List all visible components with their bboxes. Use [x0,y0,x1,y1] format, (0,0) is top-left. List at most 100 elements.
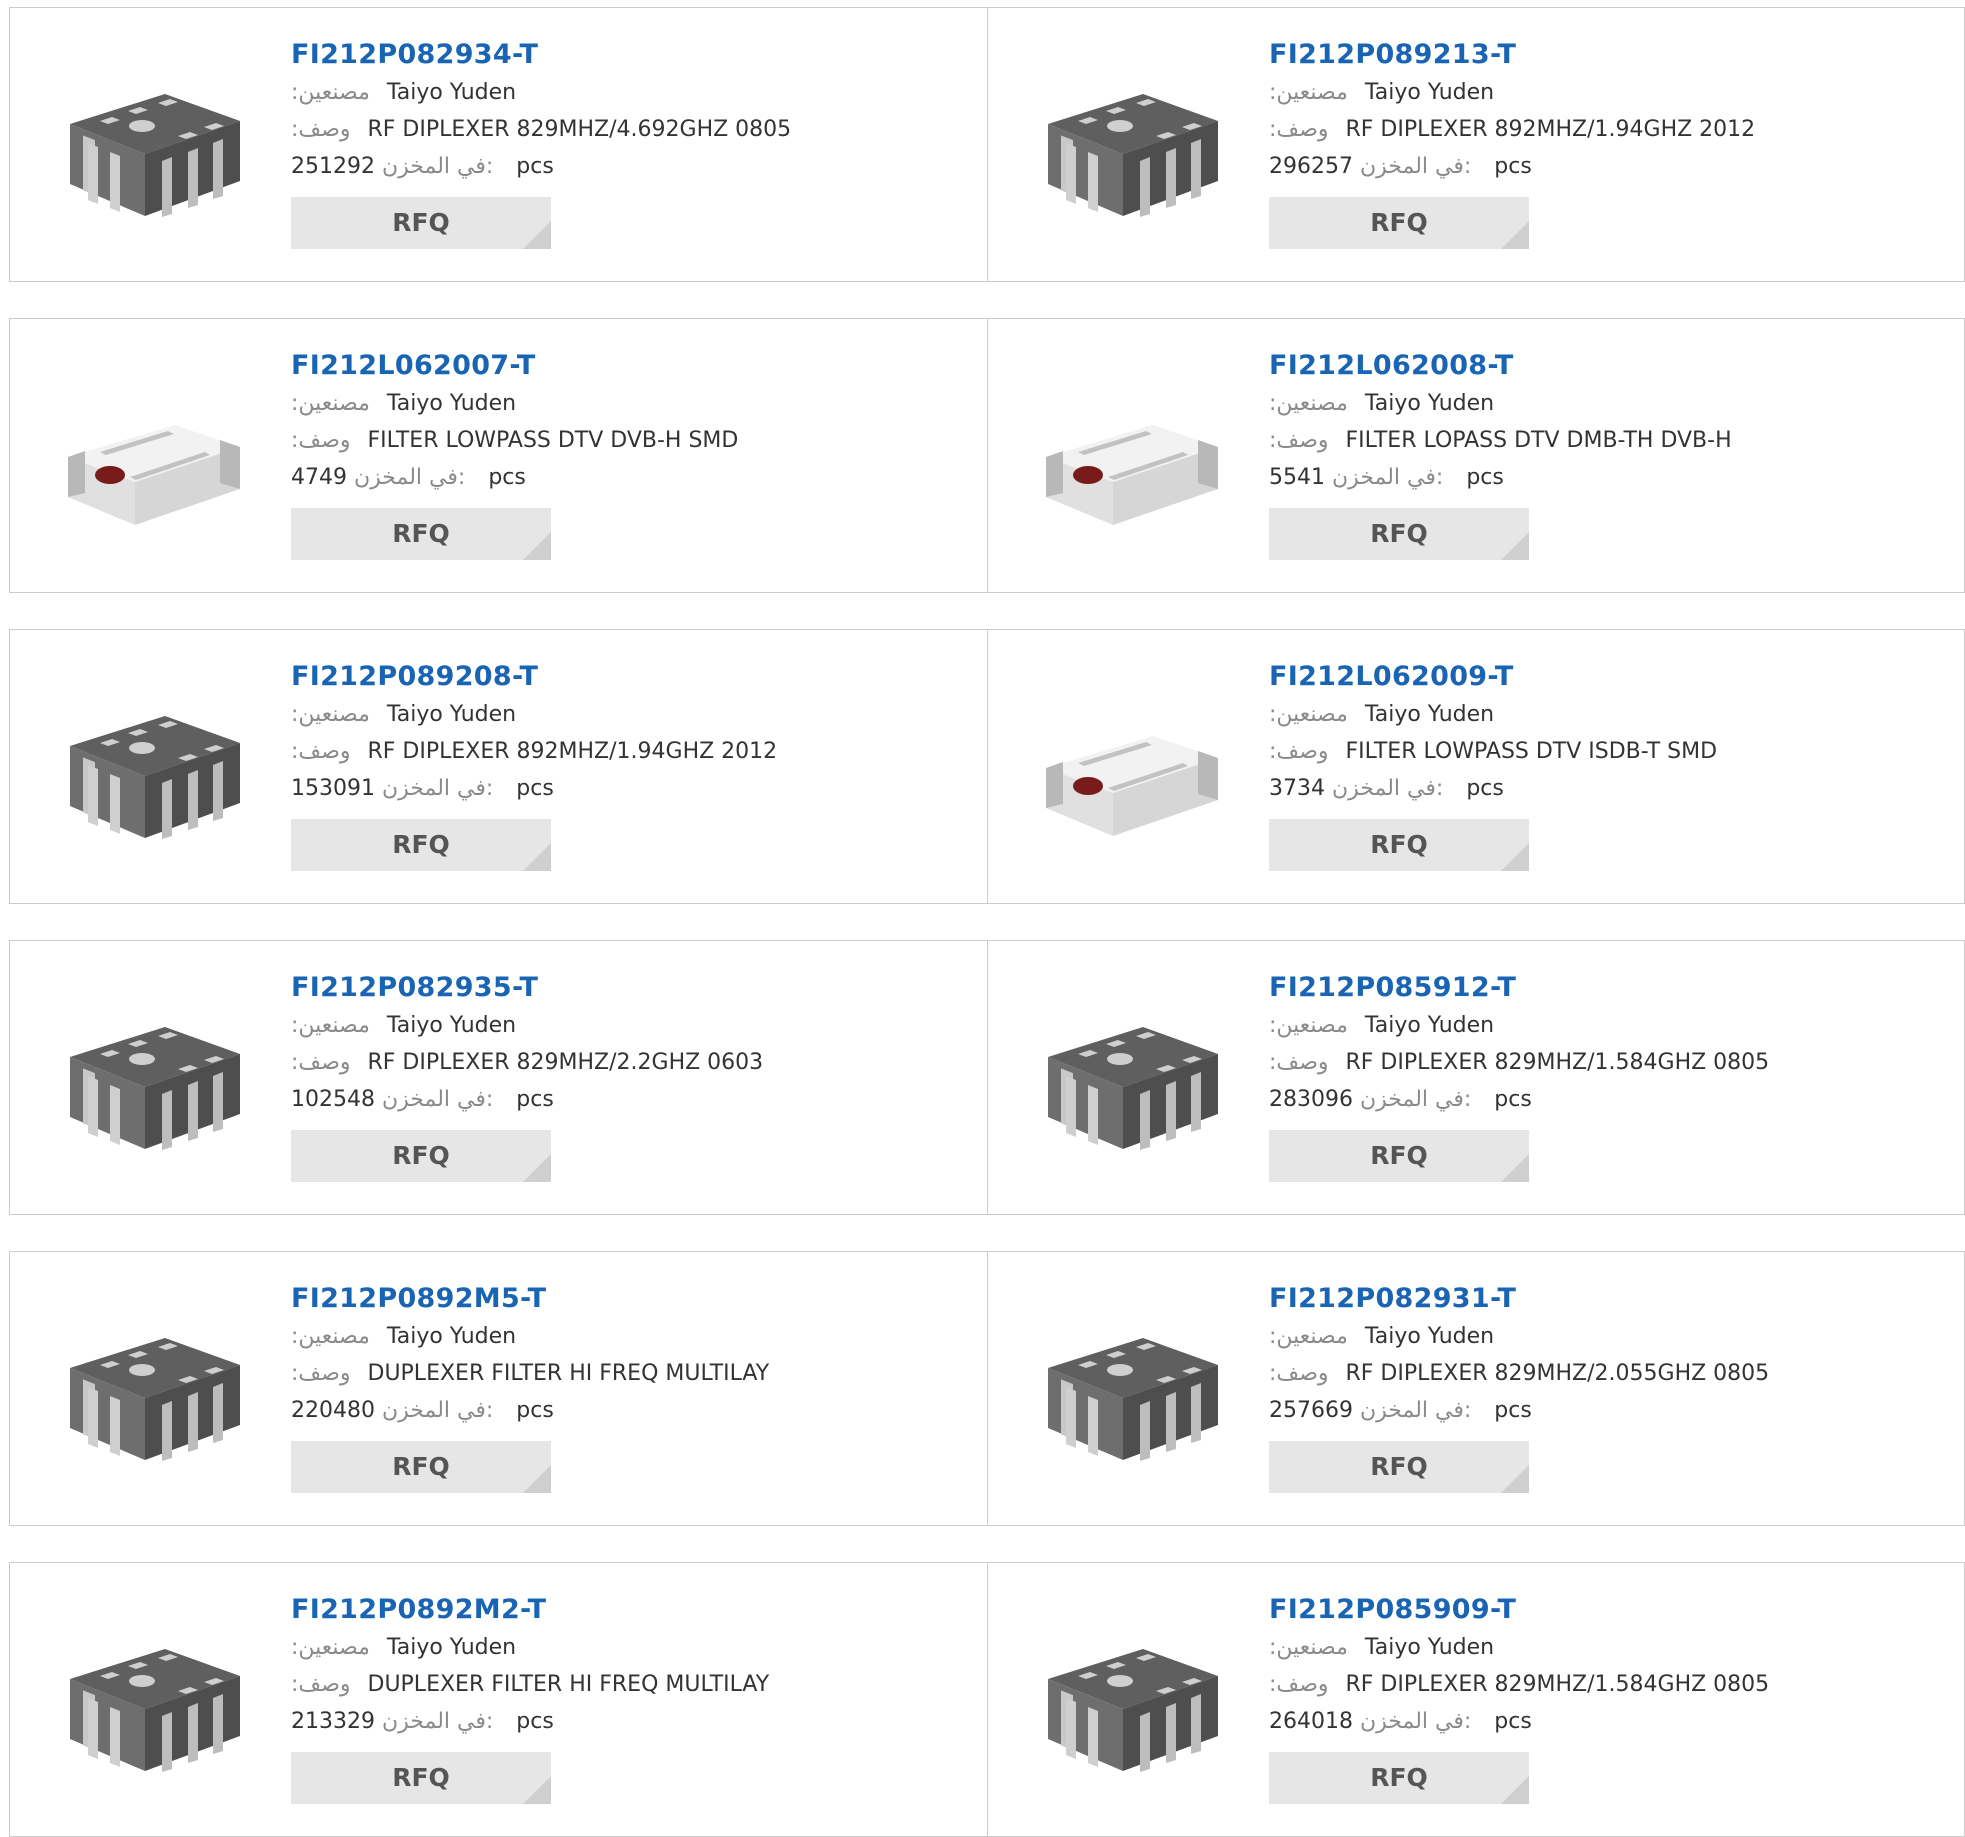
part-number-link[interactable]: FI212P085909-T [1269,1591,1929,1629]
product-card: FI212L062009-T :مصنعين Taiyo Yuden :وصف … [987,629,1965,904]
description-row: :وصف FILTER LOWPASS DTV DVB-H SMD [291,422,951,459]
description-value: RF DIPLEXER 892MHZ/1.94GHZ 2012 [1345,117,1756,142]
part-number-link[interactable]: FI212P082931-T [1269,1280,1929,1318]
part-number-link[interactable]: FI212P082934-T [291,36,951,74]
rfq-corner-decoration [1501,532,1529,560]
product-card: FI212P085909-T :مصنعين Taiyo Yuden :وصف … [987,1562,1965,1837]
part-number-link[interactable]: FI212P082935-T [291,969,951,1007]
dark-chip-icon [1048,94,1218,217]
rfq-button[interactable]: RFQ [1269,819,1529,871]
part-number-link[interactable]: FI212P0892M2-T [291,1591,951,1629]
manufacturer-label: :مصنعين [1269,1635,1348,1660]
product-grid: FI212P082934-T :مصنعين Taiyo Yuden :وصف … [0,0,1965,1837]
product-image[interactable] [50,377,260,537]
manufacturer-value: Taiyo Yuden [386,702,517,727]
rfq-button-label: RFQ [392,1452,450,1481]
stock-quantity: 102548 [291,1087,375,1112]
dark-chip-icon [70,1649,240,1772]
stock-unit: pcs [488,465,526,490]
description-value: RF DIPLEXER 892MHZ/1.94GHZ 2012 [367,739,778,764]
product-info: FI212L062009-T :مصنعين Taiyo Yuden :وصف … [1269,658,1929,871]
stock-label: في المخزن: [1332,465,1444,490]
rfq-button[interactable]: RFQ [291,197,551,249]
product-image[interactable] [1028,1621,1238,1781]
product-image[interactable] [50,1310,260,1470]
description-row: :وصف RF DIPLEXER 829MHZ/4.692GHZ 0805 [291,111,951,148]
product-image[interactable] [1028,377,1238,537]
stock-unit: pcs [516,1398,554,1423]
description-label: :وصف [1269,1050,1329,1075]
product-image[interactable] [1028,66,1238,226]
description-label: :وصف [1269,739,1329,764]
manufacturer-label: :مصنعين [291,702,370,727]
stock-label: في المخزن: [381,1398,494,1423]
rfq-button-label: RFQ [392,1763,450,1792]
product-image[interactable] [50,66,260,226]
part-number-link[interactable]: FI212P085912-T [1269,969,1929,1007]
product-image[interactable] [1028,688,1238,848]
rfq-button-label: RFQ [392,1141,450,1170]
rfq-button[interactable]: RFQ [1269,508,1529,560]
dark-chip-icon [70,94,240,217]
rfq-button[interactable]: RFQ [291,1130,551,1182]
white-chip-icon [1046,736,1218,836]
product-image[interactable] [1028,1310,1238,1470]
stock-quantity: 4749 [291,465,347,490]
description-value: RF DIPLEXER 829MHZ/4.692GHZ 0805 [367,117,792,142]
manufacturer-row: :مصنعين Taiyo Yuden [1269,696,1929,733]
rfq-button-label: RFQ [392,830,450,859]
description-label: :وصف [291,117,351,142]
manufacturer-value: Taiyo Yuden [1364,1324,1495,1349]
product-info: FI212L062007-T :مصنعين Taiyo Yuden :وصف … [291,347,951,560]
stock-label: في المخزن: [381,154,494,179]
rfq-button-label: RFQ [1370,1763,1428,1792]
part-number-link[interactable]: FI212L062009-T [1269,658,1929,696]
part-number-link[interactable]: FI212L062008-T [1269,347,1929,385]
description-row: :وصف RF DIPLEXER 829MHZ/1.584GHZ 0805 [1269,1044,1929,1081]
rfq-button-label: RFQ [1370,830,1428,859]
dark-chip-icon [1048,1649,1218,1772]
rfq-button-label: RFQ [392,519,450,548]
manufacturer-value: Taiyo Yuden [1364,80,1495,105]
product-image[interactable] [50,1621,260,1781]
stock-quantity: 257669 [1269,1398,1353,1423]
rfq-button[interactable]: RFQ [291,1752,551,1804]
rfq-button[interactable]: RFQ [291,1441,551,1493]
stock-unit: pcs [1494,1709,1532,1734]
part-number-link[interactable]: FI212P0892M5-T [291,1280,951,1318]
stock-label: في المخزن: [1359,154,1472,179]
part-number-link[interactable]: FI212P089213-T [1269,36,1929,74]
stock-row: 220480 في المخزن: pcs [291,1392,951,1429]
rfq-button[interactable]: RFQ [291,508,551,560]
manufacturer-value: Taiyo Yuden [1364,1013,1495,1038]
part-number-link[interactable]: FI212P089208-T [291,658,951,696]
product-image[interactable] [50,999,260,1159]
stock-label: في المخزن: [1359,1398,1472,1423]
rfq-button-label: RFQ [1370,1452,1428,1481]
product-card: FI212L062008-T :مصنعين Taiyo Yuden :وصف … [987,318,1965,593]
product-info: FI212P089213-T :مصنعين Taiyo Yuden :وصف … [1269,36,1929,249]
rfq-button[interactable]: RFQ [1269,1441,1529,1493]
stock-unit: pcs [1494,154,1532,179]
rfq-button[interactable]: RFQ [1269,1130,1529,1182]
rfq-button[interactable]: RFQ [1269,1752,1529,1804]
stock-row: 264018 في المخزن: pcs [1269,1703,1929,1740]
rfq-button[interactable]: RFQ [291,819,551,871]
manufacturer-row: :مصنعين Taiyo Yuden [1269,1318,1929,1355]
manufacturer-row: :مصنعين Taiyo Yuden [291,74,951,111]
part-number-link[interactable]: FI212L062007-T [291,347,951,385]
product-image[interactable] [1028,999,1238,1159]
stock-quantity: 296257 [1269,154,1353,179]
manufacturer-label: :مصنعين [291,80,370,105]
product-card: FI212L062007-T :مصنعين Taiyo Yuden :وصف … [9,318,989,593]
dark-chip-icon [70,1338,240,1461]
rfq-corner-decoration [523,843,551,871]
manufacturer-value: Taiyo Yuden [386,80,517,105]
stock-quantity: 220480 [291,1398,375,1423]
product-image[interactable] [50,688,260,848]
description-value: FILTER LOWPASS DTV ISDB-T SMD [1345,739,1718,764]
rfq-button[interactable]: RFQ [1269,197,1529,249]
manufacturer-label: :مصنعين [291,1013,370,1038]
stock-quantity: 251292 [291,154,375,179]
rfq-corner-decoration [1501,1154,1529,1182]
